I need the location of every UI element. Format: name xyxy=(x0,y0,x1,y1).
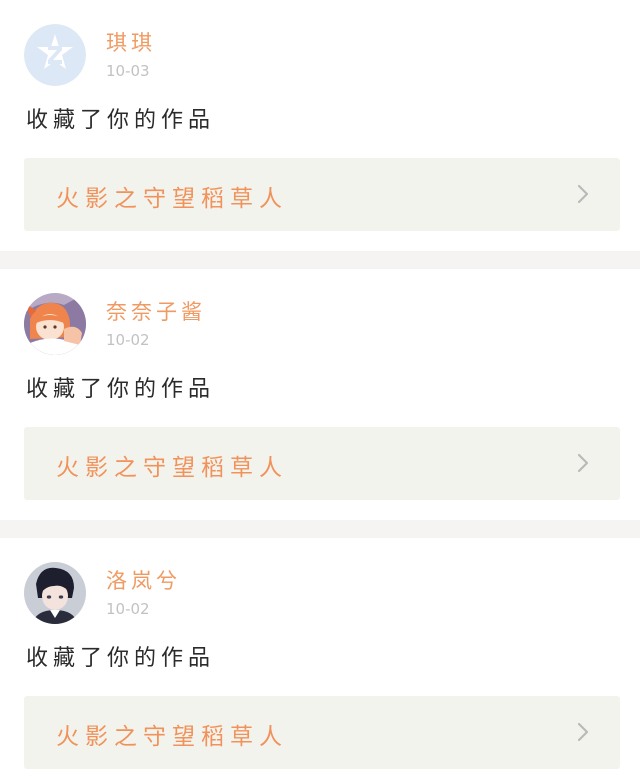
work-link-card[interactable]: 火影之守望稻草人 xyxy=(24,158,620,231)
separator xyxy=(0,520,640,538)
notification-feed: 琪琪 10-03 收藏了你的作品 火影之守望稻草人 奈奈子酱 10-02 收藏了… xyxy=(0,0,640,772)
chevron-right-icon xyxy=(577,722,589,742)
notification-item: 洛岚兮 10-02 收藏了你的作品 火影之守望稻草人 xyxy=(0,538,640,772)
work-link-card[interactable]: 火影之守望稻草人 xyxy=(24,427,620,500)
chevron-right-icon xyxy=(577,453,589,473)
default-qq-avatar-icon xyxy=(24,24,86,86)
work-title: 火影之守望稻草人 xyxy=(56,455,288,481)
notification-date: 10-03 xyxy=(106,62,150,80)
anime-girl-avatar xyxy=(24,293,86,355)
notification-action-text: 收藏了你的作品 xyxy=(26,108,216,133)
separator xyxy=(0,251,640,269)
work-title: 火影之守望稻草人 xyxy=(56,724,288,750)
username[interactable]: 奈奈子酱 xyxy=(106,296,206,326)
notification-date: 10-02 xyxy=(106,331,150,349)
username[interactable]: 洛岚兮 xyxy=(106,565,181,595)
notification-action-text: 收藏了你的作品 xyxy=(26,377,216,402)
notification-item: 琪琪 10-03 收藏了你的作品 火影之守望稻草人 xyxy=(0,0,640,251)
work-title: 火影之守望稻草人 xyxy=(56,186,288,212)
notification-action-text: 收藏了你的作品 xyxy=(26,646,216,671)
notification-item: 奈奈子酱 10-02 收藏了你的作品 火影之守望稻草人 xyxy=(0,269,640,520)
notification-date: 10-02 xyxy=(106,600,150,618)
work-link-card[interactable]: 火影之守望稻草人 xyxy=(24,696,620,769)
avatar[interactable] xyxy=(24,293,86,355)
username[interactable]: 琪琪 xyxy=(106,27,156,57)
anime-boy-avatar xyxy=(24,562,86,624)
avatar[interactable] xyxy=(24,24,86,86)
chevron-right-icon xyxy=(577,184,589,204)
avatar[interactable] xyxy=(24,562,86,624)
